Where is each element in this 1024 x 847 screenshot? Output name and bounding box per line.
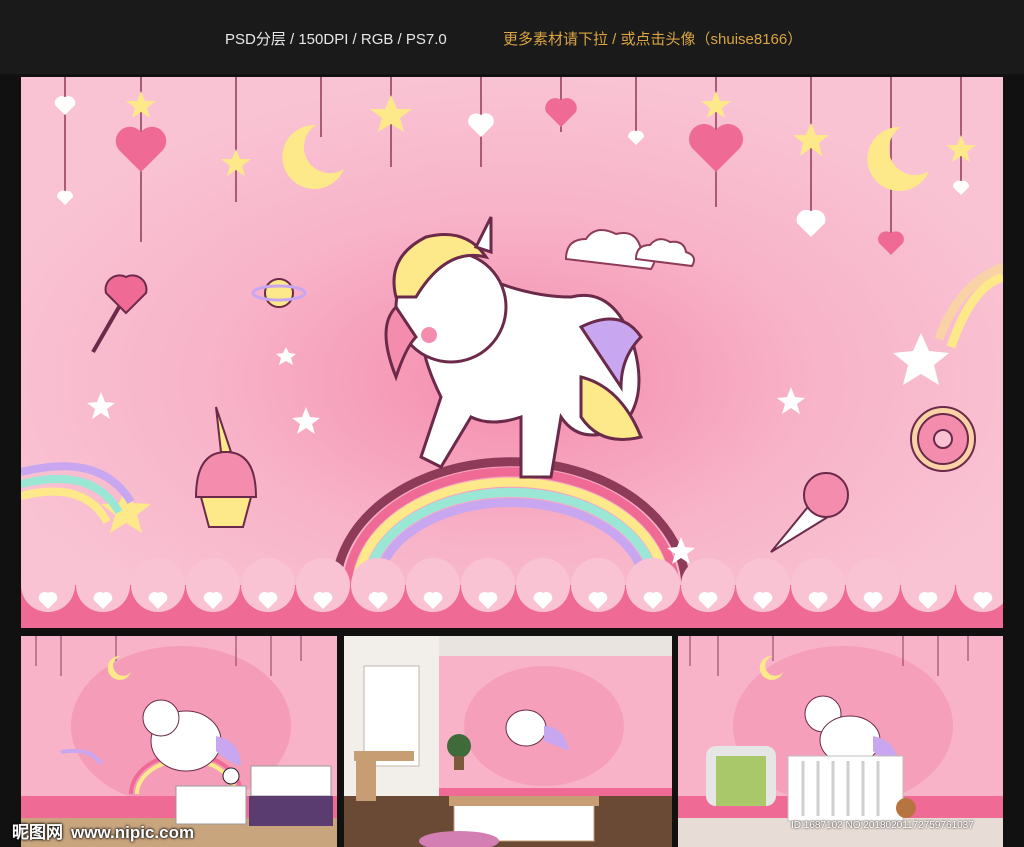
image-id-watermark: ID:1687102 NO:20180201172759761037	[791, 820, 974, 831]
file-info-text: PSD分层 / 150DPI / RGB / PS7.0	[225, 31, 447, 48]
thumbnail-kids-room[interactable]	[21, 636, 337, 847]
site-url: www.nipic.com	[71, 823, 195, 842]
donut	[910, 406, 976, 472]
more-hint-link[interactable]: 更多素材请下拉 / 或点击头像（shuise8166）	[503, 28, 802, 49]
top-bar: PSD分层 / 150DPI / RGB / PS7.0 更多素材请下拉 / 或…	[0, 0, 1024, 74]
kids-room-illustration	[21, 636, 337, 847]
site-watermark: 昵图网 www.nipic.com	[12, 818, 202, 843]
bedroom-illustration	[344, 636, 672, 847]
thumbnail-nursery[interactable]	[678, 636, 1003, 847]
nursery-illustration	[678, 636, 1003, 847]
site-name: 昵图网	[12, 823, 63, 842]
thumbnail-bedroom[interactable]	[344, 636, 672, 847]
hero-mural-image	[21, 77, 1003, 628]
unicorn-mural-illustration	[21, 77, 1003, 628]
